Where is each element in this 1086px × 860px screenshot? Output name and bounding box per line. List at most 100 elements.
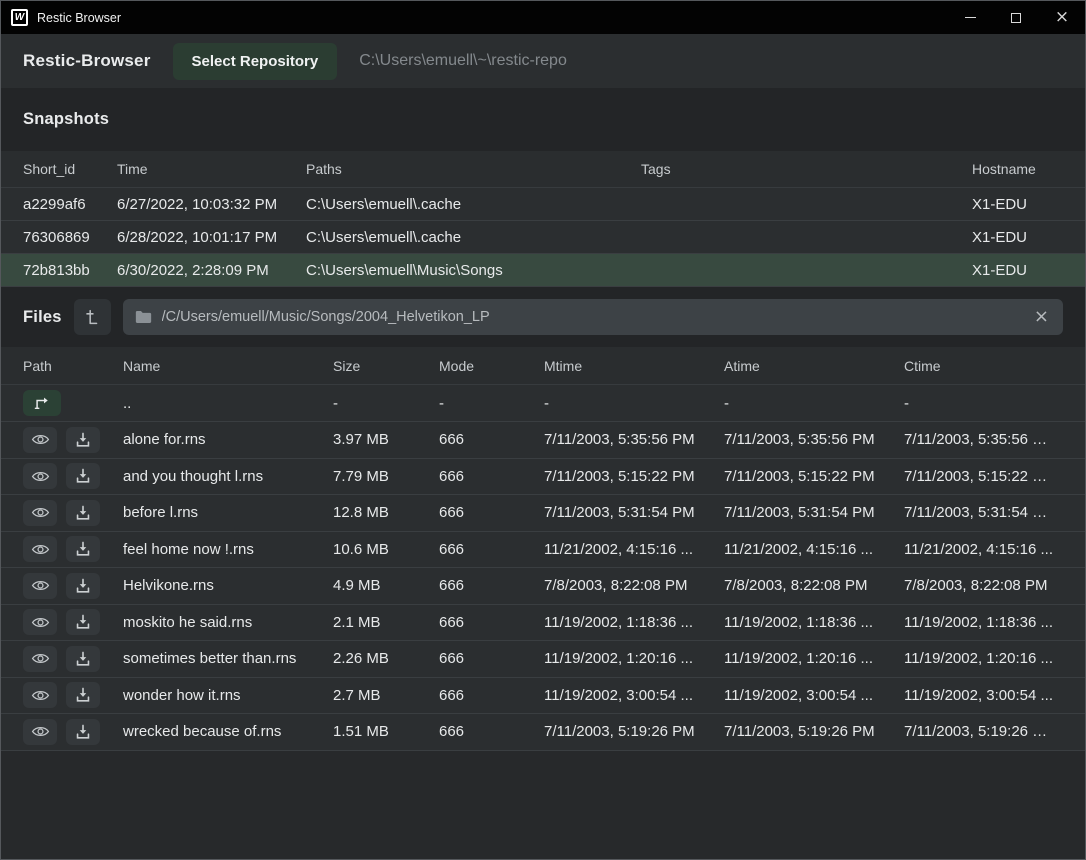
empty-area <box>1 751 1085 860</box>
file-atime: - <box>724 395 904 412</box>
file-mtime: 11/19/2002, 3:00:54 ... <box>544 687 724 704</box>
file-mode: 666 <box>439 614 544 631</box>
file-mtime: 11/19/2002, 1:18:36 ... <box>544 614 724 631</box>
file-ctime: 7/11/2003, 5:15:22 PM <box>904 468 1063 485</box>
download-icon <box>75 432 91 448</box>
file-atime: 7/11/2003, 5:31:54 PM <box>724 504 904 521</box>
col-atime: Atime <box>724 358 904 374</box>
file-mode: 666 <box>439 468 544 485</box>
file-size: 7.79 MB <box>333 468 439 485</box>
file-ctime: 11/19/2002, 3:00:54 ... <box>904 687 1063 704</box>
app-name: Restic-Browser <box>23 51 151 71</box>
file-size: 10.6 MB <box>333 541 439 558</box>
preview-file-button[interactable] <box>23 427 57 453</box>
file-name: sometimes better than.rns <box>123 650 333 667</box>
download-file-button[interactable] <box>66 536 100 562</box>
file-row: and you thought l.rns 7.79 MB 666 7/11/2… <box>1 459 1085 496</box>
download-file-button[interactable] <box>66 719 100 745</box>
download-file-button[interactable] <box>66 609 100 635</box>
col-ctime: Ctime <box>904 358 1063 374</box>
download-file-button[interactable] <box>66 573 100 599</box>
preview-file-button[interactable] <box>23 536 57 562</box>
snapshots-title: Snapshots <box>23 110 109 129</box>
files-path-input[interactable]: /C/Users/emuell/Music/Songs/2004_Helveti… <box>123 299 1063 335</box>
preview-file-button[interactable] <box>23 500 57 526</box>
file-mode: - <box>439 395 544 412</box>
file-ctime: 7/11/2003, 5:31:54 PM <box>904 504 1063 521</box>
download-icon <box>75 687 91 703</box>
file-row: wonder how it.rns 2.7 MB 666 11/19/2002,… <box>1 678 1085 715</box>
snapshot-time: 6/27/2022, 10:03:32 PM <box>117 196 306 213</box>
snapshot-row[interactable]: 76306869 6/28/2022, 10:01:17 PM C:\Users… <box>1 221 1085 254</box>
minimize-icon <box>965 17 976 18</box>
file-size: 1.51 MB <box>333 723 439 740</box>
file-name: moskito he said.rns <box>123 614 333 631</box>
download-icon <box>75 578 91 594</box>
download-file-button[interactable] <box>66 646 100 672</box>
file-row: moskito he said.rns 2.1 MB 666 11/19/200… <box>1 605 1085 642</box>
go-up-directory-button[interactable] <box>23 390 61 416</box>
maximize-button[interactable] <box>993 1 1039 34</box>
snapshot-row-selected[interactable]: 72b813bb 6/30/2022, 2:28:09 PM C:\Users\… <box>1 254 1085 287</box>
file-atime: 7/11/2003, 5:15:22 PM <box>724 468 904 485</box>
eye-icon <box>31 542 50 557</box>
download-file-button[interactable] <box>66 500 100 526</box>
file-mode: 666 <box>439 577 544 594</box>
file-atime: 7/8/2003, 8:22:08 PM <box>724 577 904 594</box>
file-name: wrecked because of.rns <box>123 723 333 740</box>
download-icon <box>75 614 91 630</box>
file-name: Helvikone.rns <box>123 577 333 594</box>
file-size: - <box>333 395 439 412</box>
preview-file-button[interactable] <box>23 573 57 599</box>
preview-file-button[interactable] <box>23 646 57 672</box>
file-row: feel home now !.rns 10.6 MB 666 11/21/20… <box>1 532 1085 569</box>
col-short-id: Short_id <box>23 161 117 177</box>
tree-mode-toggle-button[interactable] <box>74 299 111 335</box>
tree-mode-icon <box>82 307 102 327</box>
repository-path: C:\Users\emuell\~\restic-repo <box>359 52 567 70</box>
close-button[interactable]: × <box>1039 1 1085 34</box>
preview-file-button[interactable] <box>23 463 57 489</box>
file-row: alone for.rns 3.97 MB 666 7/11/2003, 5:3… <box>1 422 1085 459</box>
select-repository-button[interactable]: Select Repository <box>173 43 338 80</box>
file-atime: 7/11/2003, 5:35:56 PM <box>724 431 904 448</box>
download-icon <box>75 541 91 557</box>
file-size: 4.9 MB <box>333 577 439 594</box>
clear-path-button[interactable]: × <box>1032 308 1051 326</box>
file-ctime: - <box>904 395 1063 412</box>
file-atime: 11/19/2002, 1:20:16 ... <box>724 650 904 667</box>
eye-icon <box>31 578 50 593</box>
col-name: Name <box>123 358 333 374</box>
maximize-icon <box>1011 13 1021 23</box>
files-title: Files <box>23 308 62 327</box>
download-file-button[interactable] <box>66 463 100 489</box>
file-size: 12.8 MB <box>333 504 439 521</box>
file-row: Helvikone.rns 4.9 MB 666 7/8/2003, 8:22:… <box>1 568 1085 605</box>
preview-file-button[interactable] <box>23 719 57 745</box>
eye-icon <box>31 724 50 739</box>
file-atime: 11/19/2002, 1:18:36 ... <box>724 614 904 631</box>
minimize-button[interactable] <box>947 1 993 34</box>
file-name: and you thought l.rns <box>123 468 333 485</box>
preview-file-button[interactable] <box>23 682 57 708</box>
window-controls: × <box>947 1 1085 34</box>
download-file-button[interactable] <box>66 427 100 453</box>
download-icon <box>75 468 91 484</box>
app-window: W Restic Browser × Restic-Browser Select… <box>0 0 1086 860</box>
preview-file-button[interactable] <box>23 609 57 635</box>
file-mode: 666 <box>439 723 544 740</box>
clear-icon: × <box>1034 306 1049 327</box>
snapshot-paths: C:\Users\emuell\.cache <box>306 229 641 246</box>
files-table-header: Path Name Size Mode Mtime Atime Ctime <box>1 347 1085 385</box>
file-mtime: 7/8/2003, 8:22:08 PM <box>544 577 724 594</box>
snapshot-row[interactable]: a2299af6 6/27/2022, 10:03:32 PM C:\Users… <box>1 188 1085 221</box>
file-size: 2.26 MB <box>333 650 439 667</box>
col-time: Time <box>117 161 306 177</box>
file-ctime: 7/8/2003, 8:22:08 PM <box>904 577 1063 594</box>
col-mtime: Mtime <box>544 358 724 374</box>
snapshot-hostname: X1-EDU <box>972 262 1063 279</box>
download-file-button[interactable] <box>66 682 100 708</box>
file-row: wrecked because of.rns 1.51 MB 666 7/11/… <box>1 714 1085 751</box>
file-ctime: 11/19/2002, 1:18:36 ... <box>904 614 1063 631</box>
snapshot-paths: C:\Users\emuell\.cache <box>306 196 641 213</box>
